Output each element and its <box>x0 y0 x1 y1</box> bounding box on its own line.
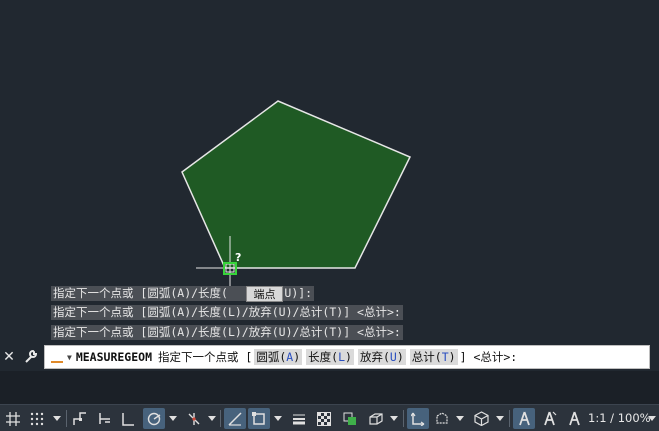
history-line-2: 指定下一个点或 [圆弧(A)/长度(L)/放弃(U)/总计(T)] <总计>: <box>51 305 403 320</box>
grid-icon[interactable] <box>4 408 22 429</box>
command-prompt: 指定下一个点或 [ <box>158 350 253 364</box>
command-line-area: ✕ ▼ MEASUREGEOM 指定下一个点或 [ 圆弧(A) 长度(L) 放弃… <box>0 343 659 371</box>
separator <box>509 410 510 427</box>
3dosnap-icon[interactable] <box>366 408 386 429</box>
navigation-cube-icon[interactable] <box>470 408 492 429</box>
annotation-scale-icon[interactable] <box>563 408 585 429</box>
separator <box>66 410 67 427</box>
tooltip-question-mark: ? <box>235 251 241 264</box>
osnap-caret-icon[interactable] <box>273 408 283 429</box>
command-input[interactable]: ▼ MEASUREGEOM 指定下一个点或 [ 圆弧(A) 长度(L) 放弃(U… <box>44 345 650 369</box>
wrench-icon[interactable] <box>22 348 40 366</box>
selection-cycling-icon[interactable] <box>340 408 360 429</box>
polar-icon[interactable] <box>143 408 165 429</box>
status-bar: 1:1 / 100% <box>0 404 659 431</box>
scale-caret-icon[interactable] <box>647 408 657 429</box>
lineweight-icon[interactable] <box>290 408 308 429</box>
option-arc[interactable]: 圆弧(A) <box>254 349 303 365</box>
3dosnap-caret-icon[interactable] <box>389 408 399 429</box>
infer-icon[interactable] <box>71 408 89 429</box>
snap-icon[interactable] <box>28 408 46 429</box>
object-snap-tracking-icon[interactable] <box>224 408 246 429</box>
polar-caret-icon[interactable] <box>168 408 178 429</box>
command-name: MEASUREGEOM <box>75 350 152 364</box>
navigation-caret-icon[interactable] <box>495 408 505 429</box>
ortho-icon[interactable] <box>119 408 137 429</box>
history-line-3: 指定下一个点或 [圆弧(A)/长度(L)/放弃(U)/总计(T)] <总计>: <box>51 325 403 340</box>
osnap-tooltip: 端点 <box>246 286 283 302</box>
recent-commands-icon[interactable] <box>51 351 63 363</box>
snap-caret-icon[interactable] <box>52 408 62 429</box>
annotation-scale-value[interactable]: 1:1 / 100% <box>588 409 651 428</box>
isodraft-icon[interactable] <box>184 408 204 429</box>
layout-tab-strip <box>0 371 659 404</box>
dynamic-ucs-icon[interactable] <box>407 408 429 429</box>
dropdown-caret-icon[interactable]: ▼ <box>67 353 72 362</box>
command-suffix: ] <总计>: <box>459 350 518 364</box>
option-undo[interactable]: 放弃(U) <box>357 349 406 365</box>
annotation-visibility-icon[interactable] <box>513 408 535 429</box>
close-icon[interactable]: ✕ <box>0 348 18 366</box>
transparency-icon[interactable] <box>315 408 333 429</box>
isodraft-caret-icon[interactable] <box>207 408 217 429</box>
dynamic-input-icon[interactable] <box>95 408 113 429</box>
option-length[interactable]: 长度(L) <box>306 349 354 365</box>
gizmo-caret-icon[interactable] <box>455 408 465 429</box>
separator <box>220 410 221 427</box>
gizmo-icon[interactable] <box>432 408 452 429</box>
autoscale-icon[interactable] <box>538 408 560 429</box>
osnap-icon[interactable] <box>248 408 270 429</box>
option-total[interactable]: 总计(T) <box>409 349 458 365</box>
separator <box>403 410 404 427</box>
pentagon-shape[interactable] <box>181 100 412 269</box>
